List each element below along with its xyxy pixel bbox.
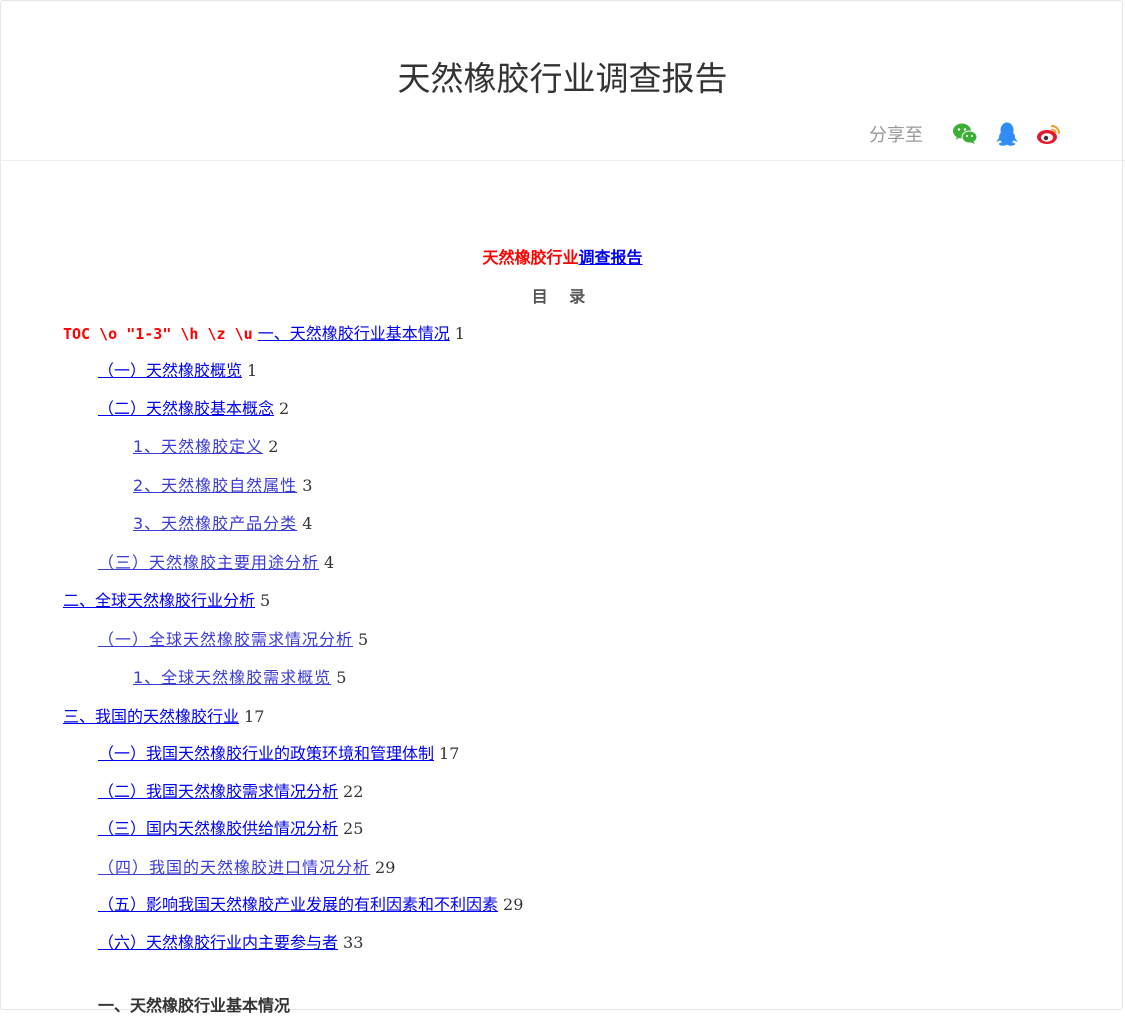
toc-heading: 目 录: [531, 287, 594, 306]
toc-page-number: 22: [343, 782, 364, 801]
toc-page-number: 5: [260, 591, 271, 610]
toc-link[interactable]: 一、天然橡胶行业基本情况: [258, 324, 450, 343]
toc-page-number: 4: [302, 514, 313, 533]
document-title-red: 天然橡胶行业: [482, 248, 579, 267]
toc-page-number: 2: [279, 399, 290, 418]
toc-entry: TOC \o "1-3" \h \z \u 一、天然橡胶行业基本情况 1: [63, 320, 465, 344]
document-title: 天然橡胶行业调查报告: [0, 244, 1125, 268]
toc-link[interactable]: 2、天然橡胶自然属性: [133, 476, 297, 495]
toc-link[interactable]: （四）我国的天然橡胶进口情况分析: [98, 858, 370, 877]
toc-entry: （三）天然橡胶主要用途分析 4: [98, 549, 334, 573]
toc-link[interactable]: （一）全球天然橡胶需求情况分析: [98, 630, 353, 649]
toc-page-number: 17: [439, 744, 460, 763]
toc-entry: （一）全球天然橡胶需求情况分析 5: [98, 626, 368, 650]
toc-field-code: TOC \o "1-3" \h \z \u: [63, 325, 253, 343]
toc-link[interactable]: （二）我国天然橡胶需求情况分析: [98, 782, 338, 801]
page-title: 天然橡胶行业调查报告: [397, 59, 728, 98]
toc-page-number: 5: [336, 668, 347, 687]
toc-entry: （二）我国天然橡胶需求情况分析 22: [98, 778, 363, 802]
toc-page-number: 29: [375, 858, 396, 877]
wechat-icon[interactable]: [951, 120, 979, 148]
toc-link[interactable]: （一）天然橡胶概览: [98, 361, 242, 380]
share-label: 分享至: [869, 125, 923, 146]
toc-link[interactable]: （三）国内天然橡胶供给情况分析: [98, 819, 338, 838]
article-header: 天然橡胶行业调查报告 分享至: [0, 0, 1125, 161]
toc-link[interactable]: 3、天然橡胶产品分类: [133, 514, 297, 533]
qq-icon[interactable]: [993, 120, 1021, 148]
toc-entry: 三、我国的天然橡胶行业 17: [63, 703, 264, 727]
toc-page-number: 1: [247, 361, 258, 380]
weibo-icon[interactable]: [1035, 120, 1063, 148]
toc-entry: （一）天然橡胶概览 1: [98, 357, 257, 381]
toc-page-number: 25: [343, 819, 364, 838]
toc-page-number: 29: [503, 895, 524, 914]
toc-page-number: 4: [324, 553, 335, 572]
toc-page-number: 33: [343, 933, 364, 952]
toc-link[interactable]: 1、全球天然橡胶需求概览: [133, 668, 331, 687]
document-title-link[interactable]: 调查报告: [579, 248, 643, 267]
toc-link[interactable]: （六）天然橡胶行业内主要参与者: [98, 933, 338, 952]
toc-page-number: 2: [268, 437, 279, 456]
toc-entry: 3、天然橡胶产品分类 4: [133, 510, 312, 534]
toc-link[interactable]: （二）天然橡胶基本概念: [98, 399, 274, 418]
toc-link[interactable]: 二、全球天然橡胶行业分析: [63, 591, 255, 610]
toc-entry: （一）我国天然橡胶行业的政策环境和管理体制 17: [98, 740, 459, 764]
toc-entry: （六）天然橡胶行业内主要参与者 33: [98, 929, 363, 953]
toc-link[interactable]: 1、天然橡胶定义: [133, 437, 263, 456]
toc-page-number: 17: [244, 707, 265, 726]
toc-entry: （二）天然橡胶基本概念 2: [98, 395, 289, 419]
toc-entry: 1、天然橡胶定义 2: [133, 433, 278, 457]
toc-page-number: 5: [358, 630, 369, 649]
toc-link[interactable]: （一）我国天然橡胶行业的政策环境和管理体制: [98, 744, 434, 763]
toc-entry: 二、全球天然橡胶行业分析 5: [63, 587, 270, 611]
section-heading-partial: 一、天然橡胶行业基本情况: [98, 996, 291, 1015]
toc-page-number: 1: [454, 324, 465, 343]
toc-link[interactable]: （三）天然橡胶主要用途分析: [98, 553, 319, 572]
toc-link[interactable]: （五）影响我国天然橡胶产业发展的有利因素和不利因素: [98, 895, 498, 914]
toc-link[interactable]: 三、我国的天然橡胶行业: [63, 707, 239, 726]
toc-entry: 2、天然橡胶自然属性 3: [133, 472, 312, 496]
toc-entry: （三）国内天然橡胶供给情况分析 25: [98, 815, 363, 839]
toc-entry: （五）影响我国天然橡胶产业发展的有利因素和不利因素 29: [98, 891, 523, 915]
share-bar: 分享至: [869, 120, 1063, 148]
toc-entry: （四）我国的天然橡胶进口情况分析 29: [98, 854, 395, 878]
toc-entry: 1、全球天然橡胶需求概览 5: [133, 664, 346, 688]
toc-page-number: 3: [302, 476, 313, 495]
